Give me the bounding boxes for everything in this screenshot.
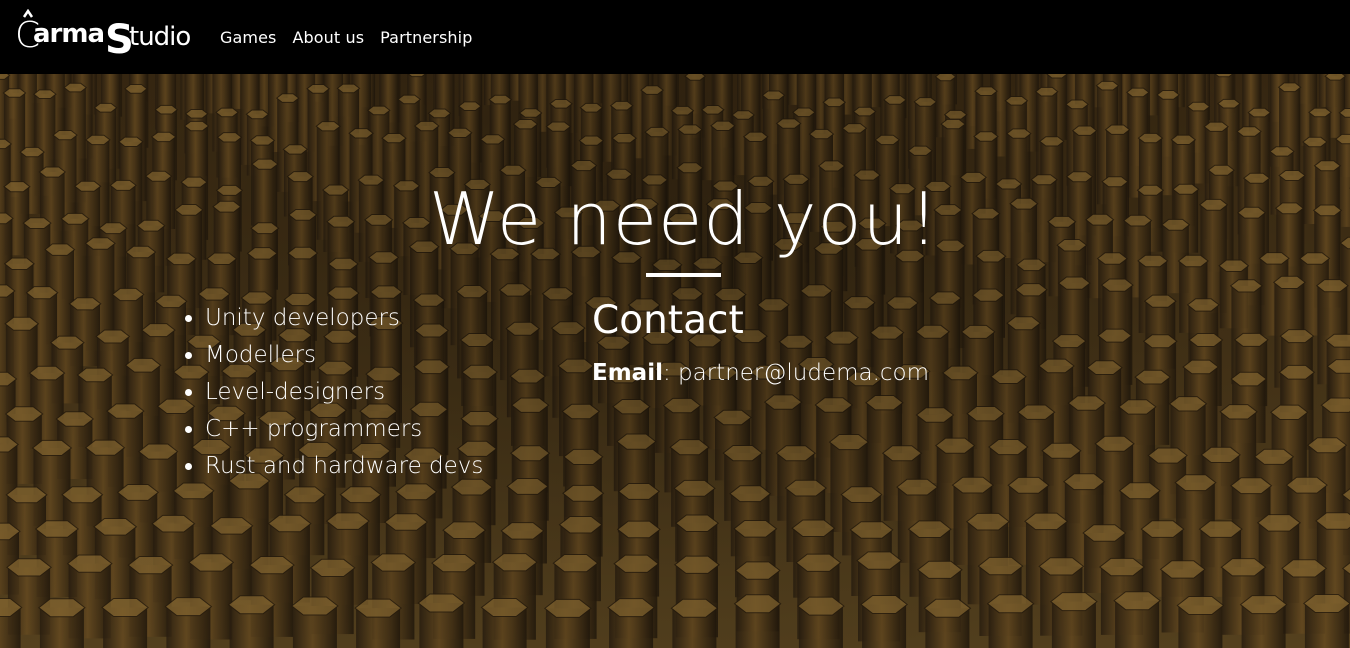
email-label: Email xyxy=(592,360,663,386)
list-item: Unity developers xyxy=(205,300,483,337)
brand-logo[interactable]: C arma S tudio xyxy=(15,9,195,65)
nav-partnership-link[interactable]: Partnership xyxy=(380,28,472,47)
roles-list: Unity developers Modellers Level-designe… xyxy=(183,300,483,485)
list-item: Level-designers xyxy=(205,374,483,411)
email-separator: : xyxy=(662,360,671,386)
svg-text:arma: arma xyxy=(33,19,104,49)
page-title: We need you! xyxy=(428,177,940,261)
list-item: Rust and hardware devs xyxy=(205,448,483,485)
email-link[interactable]: partner@ludema.com xyxy=(678,360,929,386)
list-item: Modellers xyxy=(205,337,483,374)
hero-section: We need you! Unity developers Modellers … xyxy=(0,74,1350,648)
top-navbar: C arma S tudio Games About us Partnershi… xyxy=(0,0,1350,74)
main-nav: Games About us Partnership xyxy=(220,28,472,47)
contact-email-line: Email: partner@ludema.com xyxy=(592,357,929,389)
title-divider xyxy=(646,273,721,277)
logo-mark: C arma S tudio xyxy=(15,9,191,63)
list-item: C++ programmers xyxy=(205,411,483,448)
contact-heading: Contact xyxy=(592,298,744,343)
svg-text:tudio: tudio xyxy=(129,22,190,52)
nav-games-link[interactable]: Games xyxy=(220,28,276,47)
nav-about-link[interactable]: About us xyxy=(292,28,364,47)
